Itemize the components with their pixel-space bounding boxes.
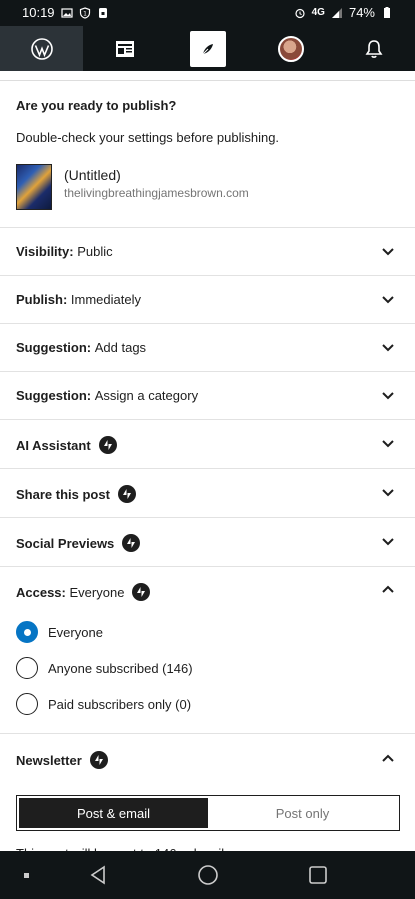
back-icon xyxy=(90,865,105,885)
suggestion-category-row[interactable]: Suggestion: Assign a category xyxy=(0,371,415,419)
nav-me[interactable] xyxy=(249,26,332,71)
access-value: Everyone xyxy=(69,584,125,600)
bell-icon xyxy=(365,39,382,58)
visibility-value: Public xyxy=(77,244,113,259)
battery-percent: 74% xyxy=(348,5,375,20)
share-post-row[interactable]: Share this post xyxy=(0,468,415,517)
post-and-email-option[interactable]: Post & email xyxy=(19,798,208,828)
nav-notifications[interactable] xyxy=(332,26,415,71)
chevron-down-icon xyxy=(382,392,394,400)
lock-icon xyxy=(98,7,107,18)
reader-icon xyxy=(115,40,134,57)
radio-unselected[interactable] xyxy=(16,693,38,715)
access-row[interactable]: Access: Everyone xyxy=(0,566,415,616)
chevron-up-icon xyxy=(382,585,394,593)
access-option-subscribed[interactable]: Anyone subscribed (146) xyxy=(16,657,193,679)
chevron-down-icon xyxy=(382,538,394,546)
share-post-label: Share this post xyxy=(16,486,110,502)
avatar xyxy=(277,35,304,62)
newsletter-toggle: Post & email Post only xyxy=(16,795,400,831)
nav-write[interactable] xyxy=(166,26,249,71)
nav-my-site[interactable] xyxy=(0,26,83,71)
jetpack-icon xyxy=(117,485,136,503)
jetpack-icon xyxy=(132,583,151,601)
ai-assistant-row[interactable]: AI Assistant xyxy=(0,419,415,468)
newsletter-label: Newsletter xyxy=(16,752,82,768)
recents-button[interactable] xyxy=(292,851,344,899)
shield-icon: 1 xyxy=(79,6,90,19)
ai-assistant-label: AI Assistant xyxy=(16,437,91,453)
access-option-label: Paid subscribers only (0) xyxy=(48,696,192,712)
suggestion-tags-row[interactable]: Suggestion: Add tags xyxy=(0,323,415,371)
publish-time-row[interactable]: Publish: Immediately xyxy=(0,275,415,323)
signal-icon xyxy=(331,7,342,18)
top-nav xyxy=(0,26,415,71)
nav-reader[interactable] xyxy=(83,26,166,71)
chevron-up-icon xyxy=(382,754,394,762)
recents-icon xyxy=(309,866,327,884)
chevron-down-icon xyxy=(382,296,394,304)
post-summary: (Untitled) thelivingbreathingjamesbrown.… xyxy=(16,164,399,210)
publish-time-value: Immediately xyxy=(70,292,141,307)
write-icon xyxy=(202,43,213,54)
visibility-row[interactable]: Visibility: Public xyxy=(0,227,415,275)
access-option-label: Anyone subscribed (146) xyxy=(48,660,193,676)
social-previews-label: Social Previews xyxy=(16,535,115,551)
suggestion-category-key: Suggestion: xyxy=(16,388,92,403)
home-icon xyxy=(198,865,218,885)
svg-text:1: 1 xyxy=(83,10,87,17)
publish-time-key: Publish: xyxy=(16,292,68,307)
post-title: (Untitled) xyxy=(64,167,121,183)
jetpack-icon xyxy=(122,534,141,552)
chevron-down-icon xyxy=(382,344,394,352)
publish-summary: Are you ready to publish? Double-check y… xyxy=(0,81,415,210)
suggestion-category-value: Assign a category xyxy=(94,388,199,403)
visibility-key: Visibility: xyxy=(16,244,74,259)
suggestion-tags-key: Suggestion: xyxy=(16,340,92,355)
android-nav-bar xyxy=(0,851,415,899)
jetpack-icon xyxy=(89,751,108,769)
suggestion-tags-value: Add tags xyxy=(94,340,147,355)
access-option-paid[interactable]: Paid subscribers only (0) xyxy=(16,693,191,715)
back-button[interactable] xyxy=(72,851,124,899)
publish-panel: Are you ready to publish? Double-check y… xyxy=(0,80,415,852)
post-site-url: thelivingbreathingjamesbrown.com xyxy=(64,186,249,200)
gallery-icon xyxy=(60,7,73,18)
chevron-down-icon xyxy=(382,489,394,497)
jetpack-icon xyxy=(98,436,117,454)
status-bar: 10:19 1 4G 74% xyxy=(0,0,415,26)
network-type: 4G xyxy=(311,7,325,18)
post-only-option[interactable]: Post only xyxy=(208,798,397,828)
publish-subtext: Double-check your settings before publis… xyxy=(16,130,280,145)
chevron-down-icon xyxy=(382,248,394,256)
post-thumbnail xyxy=(16,164,52,210)
menu-dot xyxy=(0,851,52,899)
access-option-label: Everyone xyxy=(48,624,103,640)
radio-selected[interactable] xyxy=(16,621,38,643)
battery-icon xyxy=(384,6,390,18)
wordpress-icon xyxy=(30,37,53,60)
home-button[interactable] xyxy=(182,851,234,899)
chevron-down-icon xyxy=(382,440,394,448)
publish-heading: Are you ready to publish? xyxy=(16,98,177,113)
radio-unselected[interactable] xyxy=(16,657,38,679)
newsletter-row[interactable]: Newsletter xyxy=(0,733,415,785)
alarm-icon xyxy=(295,8,305,18)
status-time: 10:19 xyxy=(22,5,55,20)
access-key: Access: xyxy=(16,584,66,600)
social-previews-row[interactable]: Social Previews xyxy=(0,517,415,566)
access-option-everyone[interactable]: Everyone xyxy=(16,621,103,643)
